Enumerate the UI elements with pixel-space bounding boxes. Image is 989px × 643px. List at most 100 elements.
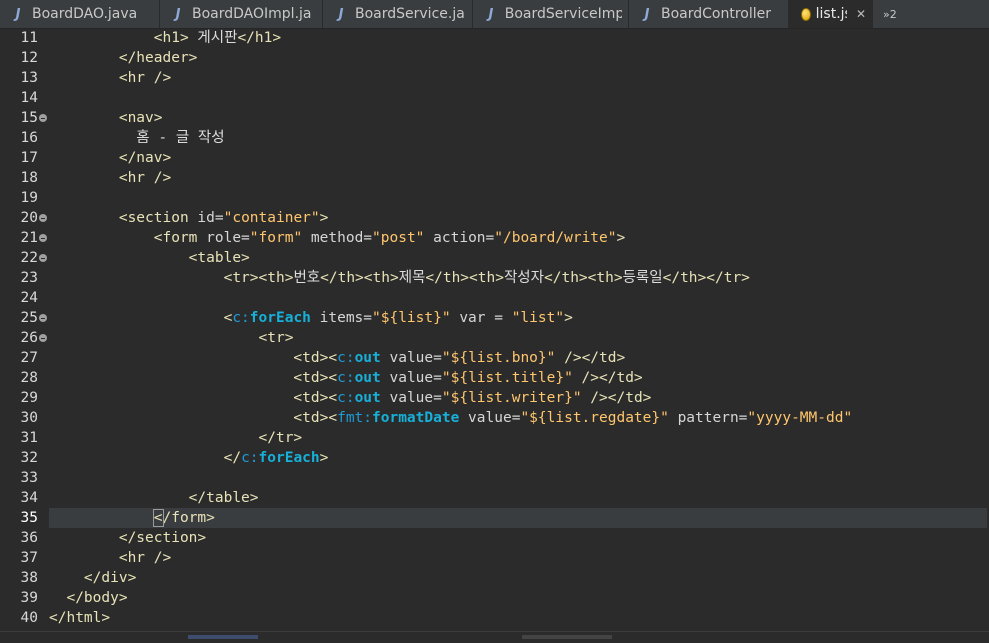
code-token: "${list.regdate}" [520,410,669,426]
code-line[interactable]: 16 홈 - 글 작성 [0,128,989,148]
line-number: 17 [20,150,38,166]
line-number: 19 [20,190,38,206]
bottom-tab-indicator[interactable] [188,635,258,639]
code-line[interactable]: 18 <hr /> [0,168,989,188]
code-token: "${list.bno}" [441,350,556,366]
code-token: 번호 [293,270,321,286]
fold-toggle-icon[interactable] [39,214,47,222]
text-caret: < [152,509,164,527]
code-token: value= [459,410,521,426]
code-line[interactable]: 15 <nav> [0,108,989,128]
line-number: 13 [20,70,38,86]
code-line[interactable]: 28 <td><c:out value="${list.title}" /></… [0,368,989,388]
tab-5[interactable]: list.jsp ✕ [789,0,873,28]
fold-toggle-icon[interactable] [39,334,47,342]
code-token: "${list}" [372,310,451,326]
code-token: items= [310,310,373,326]
code-text: </header> [49,48,198,68]
line-number: 23 [20,270,38,286]
close-icon[interactable]: ✕ [856,7,866,21]
editor-window: J BoardDAO.java J BoardDAOImpl.ja J BoardServ… [0,0,989,643]
line-number: 36 [20,530,38,546]
code-line[interactable]: 25 <c:forEach items="${list}" var = "lis… [0,308,989,328]
code-token: "container" [223,210,320,226]
code-line[interactable]: 40 </html> [0,608,989,628]
line-number: 22 [20,250,38,266]
code-token: "form" [249,230,303,246]
code-token: "${list.title}" [441,370,573,386]
code-line[interactable]: 38 </div> [0,568,989,588]
code-line[interactable]: 31 </tr> [0,428,989,448]
code-token: value= [380,350,442,366]
code-editor[interactable]: 11 <h1> 게시판</h1> 12 </header> 13 <hr /> 14 1… [0,28,989,631]
code-token: <td>< [49,410,338,426]
code-token: 홈 - 글 작성 [49,130,225,146]
fold-toggle-icon[interactable] [39,234,47,242]
code-line[interactable]: 39 </body> [0,588,989,608]
tab-label: BoardController [661,6,772,22]
code-token: out [354,390,381,406]
code-token: value= [380,370,442,386]
tab-0[interactable]: J BoardDAO.java [0,0,160,28]
bottom-tab-indicator[interactable] [522,635,612,639]
code-line[interactable]: 23 <tr><th>번호</th><th>제목</th><th>작성자</th… [0,268,989,288]
code-line[interactable]: 22 <table> [0,248,989,268]
code-line[interactable]: 17 </nav> [0,148,989,168]
code-token: > [616,230,626,246]
code-text: </body> [49,588,127,608]
code-line[interactable]: 29 <td><c:out value="${list.writer}" /><… [0,388,989,408]
code-token: <tr><th> [49,270,294,286]
code-line[interactable]: 21 <form role="form" method="post" actio… [0,228,989,248]
code-token: <td>< [49,350,338,366]
code-text: </tr> [49,428,303,448]
code-line[interactable]: 12 </header> [0,48,989,68]
code-text: <h1> 게시판</h1> [49,28,281,48]
code-token: </form> [152,509,215,527]
code-token: </header> [49,50,198,66]
code-token: </th><th> [544,270,623,286]
code-token: </th></tr> [662,270,750,286]
code-line[interactable]: 19 [0,188,989,208]
code-token: var = [450,310,512,326]
java-file-icon: J [338,6,344,22]
code-line[interactable]: 33 [0,468,989,488]
code-line[interactable]: 35 </form> [0,508,989,528]
line-number: 15 [20,110,38,126]
code-line[interactable]: 20 <section id="container"> [0,208,989,228]
tab-2[interactable]: J BoardService.ja [323,0,473,28]
code-line[interactable]: 37 <hr /> [0,548,989,568]
code-line[interactable]: 14 [0,88,989,108]
tab-4[interactable]: J BoardController [629,0,789,28]
code-token: </html> [49,610,111,626]
code-line[interactable]: 34 </table> [0,488,989,508]
line-number: 14 [20,90,38,106]
code-token: > [564,310,573,326]
line-number: 28 [20,370,38,386]
code-text: <nav> [49,108,163,128]
line-number: 12 [20,50,38,66]
fold-toggle-icon[interactable] [39,314,47,322]
code-token: </th><th> [425,270,504,286]
code-line[interactable]: 27 <td><c:out value="${list.bno}" /></td… [0,348,989,368]
tab-1[interactable]: J BoardDAOImpl.ja [160,0,323,28]
code-line[interactable]: 24 [0,288,989,308]
code-token: c: [337,390,355,406]
code-token: <tr> [49,330,294,346]
code-line[interactable]: 26 <tr> [0,328,989,348]
code-token: 작성자 [503,270,544,286]
code-token: out [354,370,381,386]
code-token: c: [232,310,250,326]
fold-toggle-icon[interactable] [39,254,47,262]
code-line[interactable]: 36 </section> [0,528,989,548]
fold-toggle-icon[interactable] [39,114,47,122]
tab-overflow-button[interactable]: »2 [873,0,897,28]
code-line[interactable]: 30 <td><fmt:formatDate value="${list.reg… [0,408,989,428]
tab-3[interactable]: J BoardServiceImp [473,0,629,28]
code-line[interactable]: 13 <hr /> [0,68,989,88]
code-line[interactable]: 11 <h1> 게시판</h1> [0,28,989,48]
code-text: <tr> [49,328,294,348]
code-line[interactable]: 32 </c:forEach> [0,448,989,468]
code-text: </table> [49,488,259,508]
code-text: <td><c:out value="${list.writer}" /></td… [49,388,651,408]
code-text: <form role="form" method="post" action="… [49,228,625,248]
